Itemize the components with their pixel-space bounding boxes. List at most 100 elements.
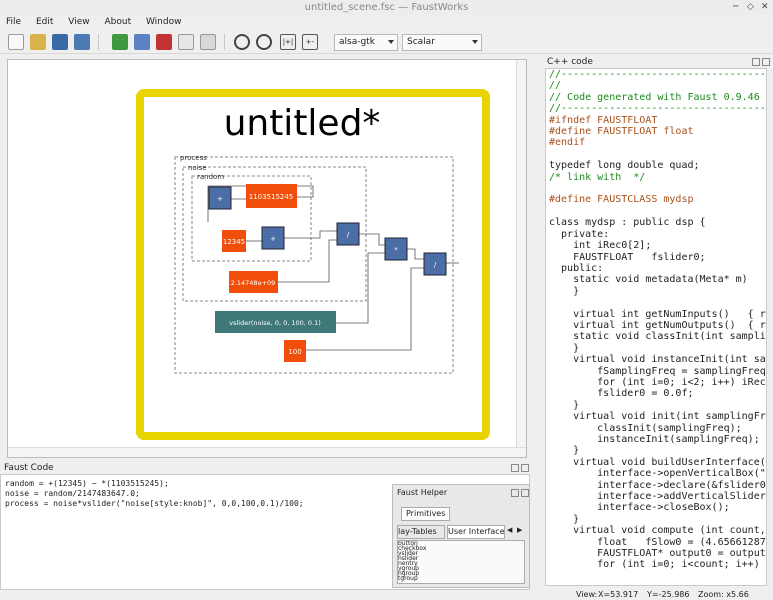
status-zoom: Zoom: x5.66 — [698, 590, 749, 599]
helper-title: Faust Helper — [397, 488, 448, 497]
cpp-code-line — [546, 149, 766, 160]
menu-edit[interactable]: Edit — [30, 15, 59, 29]
audio-driver-value: alsa-gtk — [339, 37, 375, 47]
cpp-code-line: #endif — [549, 137, 586, 149]
close-panel-icon[interactable] — [521, 464, 529, 472]
add-icon[interactable] — [112, 34, 128, 50]
status-view-label: View: — [576, 590, 598, 599]
cpp-code-line: virtual void buildUserInterface(U — [549, 456, 767, 468]
diagram-block-label: 12345 — [223, 238, 245, 246]
cpp-code-line: interface->declare(&fslider0, — [549, 479, 767, 491]
float-panel-icon[interactable] — [511, 489, 519, 497]
cpp-code-line: virtual void init(int samplingFre — [549, 411, 767, 423]
diagram-block-label: 2.14748e+09 — [231, 279, 276, 287]
mode-value: Scalar — [407, 37, 435, 47]
cpp-code-line — [546, 297, 766, 308]
mode-select[interactable]: Scalar — [402, 34, 482, 51]
toolbar: |+| +- alsa-gtk Scalar — [0, 30, 773, 54]
cpp-code-line: static void metadata(Meta* m) — [549, 274, 748, 286]
cpp-code-line: FAUSTFLOAT* output0 = output[ — [549, 548, 767, 560]
cpp-code-line: } — [549, 399, 580, 411]
window-title: untitled_scene.fsc — FaustWorks — [304, 2, 469, 13]
faust-code-title: Faust Code — [4, 463, 54, 473]
diagram-canvas[interactable]: untitled* process noise random + 1103515… — [7, 59, 527, 458]
cpp-code-view[interactable]: //-----------------------------------///… — [545, 68, 767, 586]
cpp-code-title: C++ code — [547, 57, 593, 67]
canvas-vertical-scrollbar[interactable] — [516, 60, 526, 457]
diagram-title: untitled* — [224, 103, 381, 144]
open-folder-icon[interactable] — [30, 34, 46, 50]
save-all-icon[interactable] — [74, 34, 90, 50]
close-panel-icon[interactable] — [521, 489, 529, 497]
float-panel-icon[interactable] — [752, 58, 760, 66]
cpp-code-line: #ifndef FAUSTFLOAT — [549, 114, 658, 126]
cpp-code-line: // Code generated with Faust 0.9.46 ( — [549, 91, 767, 103]
cpp-code-line: //----------------------------------- — [549, 69, 767, 80]
audio-driver-select[interactable]: alsa-gtk — [334, 34, 398, 51]
noise-label: noise — [188, 164, 207, 172]
cpp-code-line: } — [549, 513, 580, 525]
cpp-code-line: // — [549, 80, 562, 92]
cpp-code-line: fSamplingFreq = samplingFreq; — [549, 365, 767, 377]
cpp-code-lines: //-----------------------------------///… — [546, 69, 766, 571]
chevron-right-icon[interactable]: ▶ — [517, 526, 526, 538]
close-icon[interactable]: ✕ — [761, 0, 769, 15]
cpp-code-line: virtual int getNumInputs() { re — [549, 308, 767, 320]
canvas-horizontal-scrollbar[interactable] — [8, 447, 526, 457]
save-icon[interactable] — [52, 34, 68, 50]
cpp-code-line: interface->closeBox(); — [549, 502, 730, 514]
new-file-icon[interactable] — [8, 34, 24, 50]
primitives-list: button checkbox vslider hslider nentry v… — [397, 540, 525, 584]
cpp-code-line: interface->openVerticalBox("u — [549, 468, 767, 480]
menu-window[interactable]: Window — [140, 15, 188, 29]
tab-tables[interactable]: lay-Tables — [397, 525, 445, 539]
cpp-code-line: for (int i=0; i<count; i++) { — [549, 559, 767, 571]
cpp-code-line: public: — [549, 262, 604, 274]
cpp-code-line — [546, 183, 766, 194]
cpp-code-line: classInit(samplingFreq); — [549, 422, 742, 434]
cpp-code-line: } — [549, 285, 580, 297]
diagram-block-label: vslider(noise, 0, 0, 100, 0.1) — [229, 319, 321, 327]
tab-user-interface[interactable]: User Interface — [447, 525, 505, 539]
copy-icon[interactable] — [178, 34, 194, 50]
status-bar: View: X=53.917 Y=-25.986 Zoom: x5.66 — [0, 590, 773, 600]
zoom-in-icon[interactable] — [234, 34, 250, 50]
cpp-code-line: /* link with */ — [549, 171, 646, 183]
chevron-left-icon[interactable]: ◀ — [507, 526, 516, 538]
cpp-code-line: class mydsp : public dsp { — [549, 217, 706, 229]
cpp-code-line: virtual void compute (int count, — [549, 525, 766, 537]
diagram-block-label: + — [217, 195, 223, 203]
cpp-code-line: fslider0 = 0.0f; — [549, 388, 694, 400]
cpp-code-line: #define FAUSTFLOAT float — [549, 126, 694, 138]
import-icon[interactable] — [134, 34, 150, 50]
menu-view[interactable]: View — [62, 15, 95, 29]
cpp-code-line: int iRec0[2]; — [549, 240, 652, 252]
list-item[interactable]: tgroup — [398, 576, 524, 582]
fit-all-icon[interactable]: +- — [302, 34, 318, 50]
cpp-code-line: typedef long double quad; — [549, 160, 700, 172]
cpp-code-line: FAUSTFLOAT fslider0; — [549, 251, 706, 263]
maximize-icon[interactable]: ◇ — [747, 0, 754, 15]
zoom-out-icon[interactable] — [256, 34, 272, 50]
faust-helper-panel: Faust Helper Primitives lay-Tables User … — [392, 484, 530, 588]
diagram-block-label: 1103515245 — [249, 193, 294, 201]
menu-file[interactable]: File — [0, 15, 27, 29]
menu-about[interactable]: About — [98, 15, 137, 29]
process-label: process — [180, 154, 207, 162]
block-diagram: untitled* process noise random + 1103515… — [136, 89, 490, 440]
cpp-code-line: } — [549, 445, 580, 457]
title-bar: untitled_scene.fsc — FaustWorks ─ ◇ ✕ — [0, 0, 773, 15]
delete-icon[interactable] — [156, 34, 172, 50]
fit-width-icon[interactable]: |+| — [280, 34, 296, 50]
cpp-code-line: for (int i=0; i<2; i++) iRec0 — [549, 376, 767, 388]
status-y: Y=-25.986 — [647, 590, 690, 599]
cpp-code-line: instanceInit(samplingFreq); — [549, 434, 760, 445]
float-panel-icon[interactable] — [511, 464, 519, 472]
cpp-code-line: private: — [549, 228, 610, 240]
cpp-code-line: float fSlow0 = (4.65661287 — [549, 536, 766, 548]
minimize-icon[interactable]: ─ — [733, 0, 738, 15]
paste-icon[interactable] — [200, 34, 216, 50]
cpp-code-line: interface->addVerticalSlider( — [549, 491, 767, 503]
close-panel-icon[interactable] — [762, 58, 770, 66]
tab-primitives[interactable]: Primitives — [401, 507, 451, 521]
